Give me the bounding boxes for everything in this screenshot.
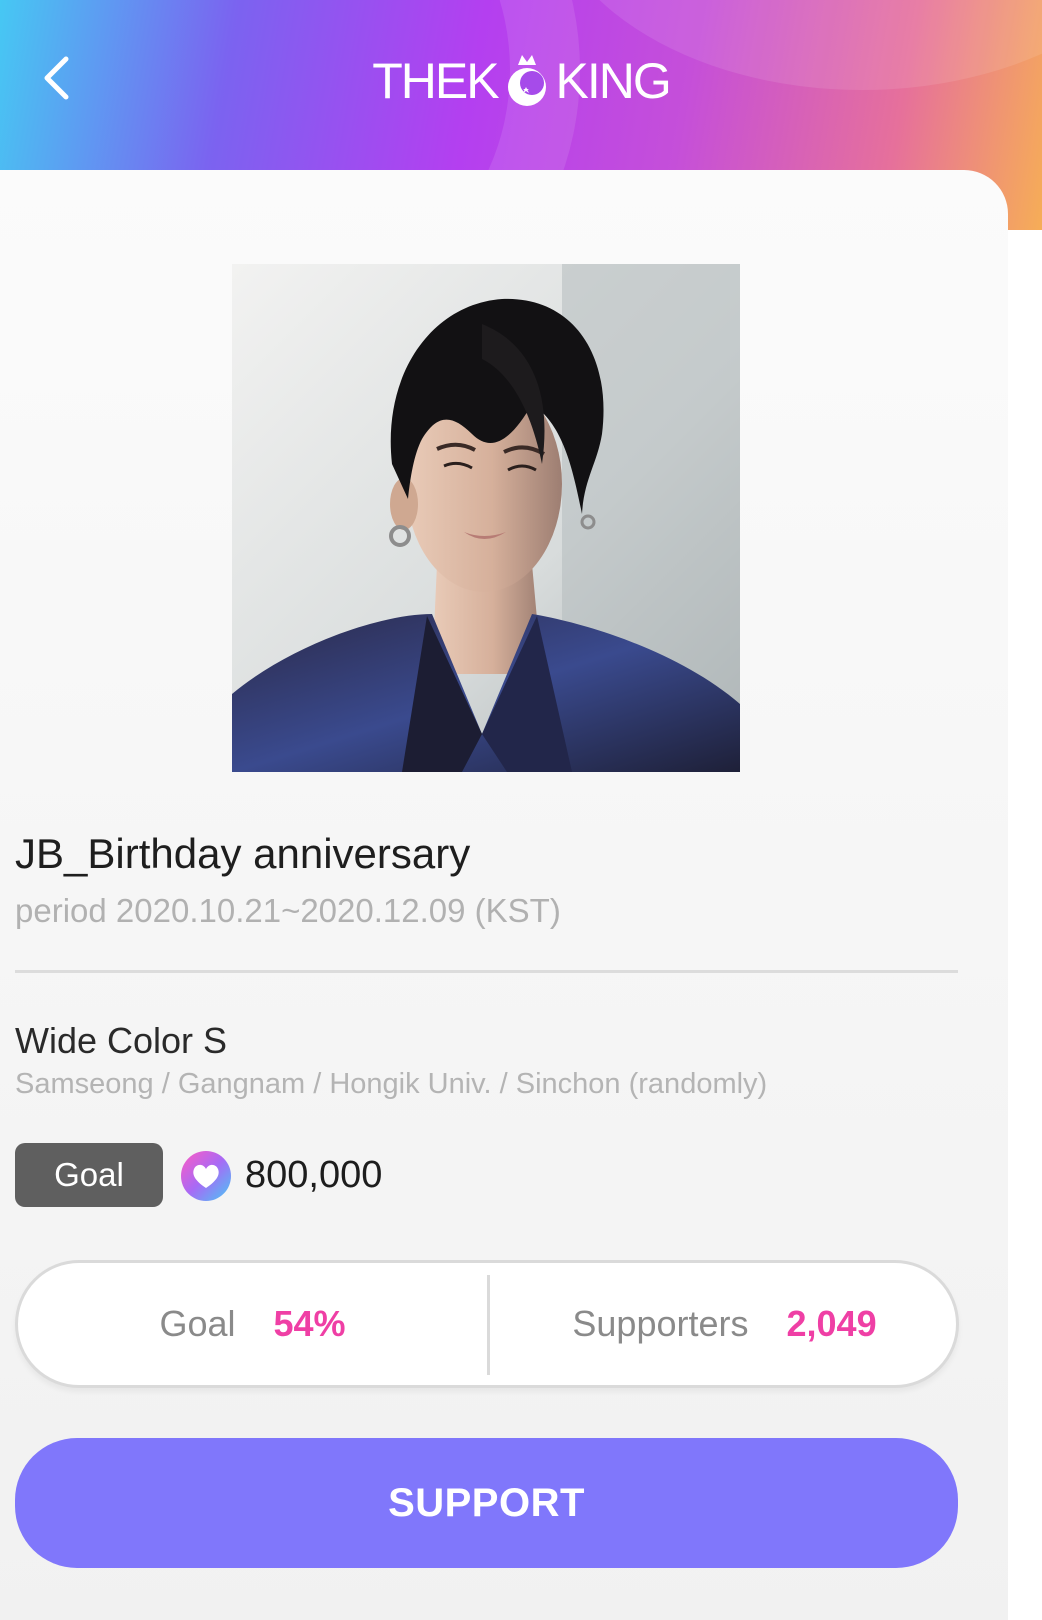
logo-text-right: KING — [555, 53, 672, 109]
section-divider — [15, 970, 958, 973]
crown-logo-icon — [502, 53, 552, 109]
logo-text-left: THEK — [372, 53, 499, 109]
goal-stat-label: Goal — [159, 1303, 236, 1344]
supporters-stat: Supporters 2,049 — [490, 1263, 959, 1385]
app-screen: THEK KING JB_Birthday anniversary period… — [0, 0, 1042, 1620]
campaign-card: JB_Birthday anniversary period 2020.10.2… — [0, 170, 1008, 1620]
supporters-stat-value: 2,049 — [786, 1303, 877, 1344]
goal-badge: Goal — [15, 1143, 163, 1207]
campaign-period: period 2020.10.21~2020.12.09 (KST) — [15, 892, 561, 929]
campaign-title: JB_Birthday anniversary — [15, 830, 471, 877]
artist-photo — [232, 264, 740, 772]
product-location: Samseong / Gangnam / Hongik Univ. / Sinc… — [15, 1068, 768, 1100]
product-name: Wide Color S — [15, 1020, 228, 1061]
goal-stat-value: 54% — [273, 1303, 346, 1344]
goal-amount: 800,000 — [245, 1154, 383, 1196]
stats-panel: Goal 54% Supporters 2,049 — [15, 1260, 959, 1388]
heart-icon — [181, 1151, 231, 1201]
goal-stat: Goal 54% — [18, 1263, 487, 1385]
supporters-stat-label: Supporters — [572, 1303, 749, 1344]
app-logo: THEK KING — [0, 52, 1042, 110]
support-button[interactable]: SUPPORT — [15, 1438, 958, 1568]
